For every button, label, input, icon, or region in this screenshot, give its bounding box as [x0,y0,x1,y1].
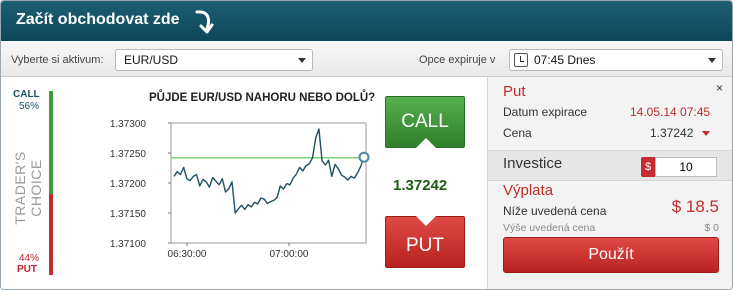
investment-input[interactable] [655,157,717,177]
x-tick-label: 07:00:00 [270,249,309,260]
expiry-select[interactable]: 07:45 Dnes [509,49,723,71]
asset-select[interactable]: EUR/USD [115,49,313,71]
submit-button[interactable]: Použít [503,237,719,273]
call-percent-bar [49,91,53,194]
expiry-select-value: 07:45 Dnes [534,53,596,67]
put-percent-bar [49,194,53,275]
call-notch [416,138,436,148]
traders-choice-title: TRADER'S CHOICE [12,151,44,225]
submit-button-label: Použít [588,246,634,263]
chart-title: PŮJDE EUR/USD NAHORU NEBO DOLŮ? [149,92,376,104]
above-price-label: Výše uvedená cena [503,222,596,234]
put-button-label: PUT [406,235,444,256]
close-icon[interactable]: × [716,81,723,95]
traders-choice-put-percent: 44% [19,253,40,264]
traders-choice: CALL 56% TRADER'S CHOICE 44% PUT [9,87,59,277]
expiry-label: Opce expiruje v [419,54,496,66]
below-price-label: Níže uvedená cena [503,204,607,218]
y-tick-label: 1.37150 [110,209,147,220]
above-price-value: $ 0 [704,222,719,234]
chevron-down-icon [708,58,716,63]
chevron-down-icon [298,58,306,63]
order-panel: × Put Datum expirace 14.05.14 07:45 Cena… [487,77,732,289]
clock-icon [514,53,528,67]
curved-arrow-icon [195,10,214,34]
trading-widget: Začít obchodovat zde Vyberte si aktivum:… [0,0,733,290]
traders-choice-call-label: CALL [13,89,40,100]
y-tick-label: 1.37250 [110,149,147,160]
y-tick-label: 1.37300 [110,119,147,130]
currency-badge: $ [641,157,655,177]
price-value: 1.37242 [650,126,694,140]
below-price-value: $ 18.5 [671,197,719,216]
call-button-label: CALL [401,111,449,132]
put-notch [416,216,436,226]
current-price: 1.37242 [393,177,448,194]
price-down-icon [702,131,710,136]
y-tick-label: 1.37200 [110,179,147,190]
divider [488,150,732,151]
divider [488,180,732,181]
asset-label: Vyberte si aktivum: [11,54,104,66]
expiry-date-label: Datum expirace [503,105,588,119]
y-tick-label: 1.37100 [110,239,147,250]
traders-choice-put-label: PUT [17,264,37,275]
asset-select-value: EUR/USD [124,53,179,67]
put-button[interactable]: PUT [385,216,465,268]
header-bar: Začít obchodovat zde [1,1,732,41]
x-tick-label: 06:30:00 [168,249,207,260]
expiry-date-value: 14.05.14 07:45 [630,105,711,119]
header-title: Začít obchodovat zde [16,11,180,28]
traders-choice-call-percent: 56% [19,101,40,112]
payout-label: Výplata [503,182,554,199]
price-label: Cena [503,126,532,140]
call-button[interactable]: CALL [385,96,465,148]
investment-label: Investice [503,155,563,172]
price-chart: 1.37300 1.37250 1.37200 1.37150 1.37100 06:30… [110,119,370,260]
current-price-marker [358,151,370,163]
plot-area [170,122,367,244]
option-type: Put [503,83,526,100]
selector-bar: Vyberte si aktivum: EUR/USD Opce expiruj… [1,41,732,77]
